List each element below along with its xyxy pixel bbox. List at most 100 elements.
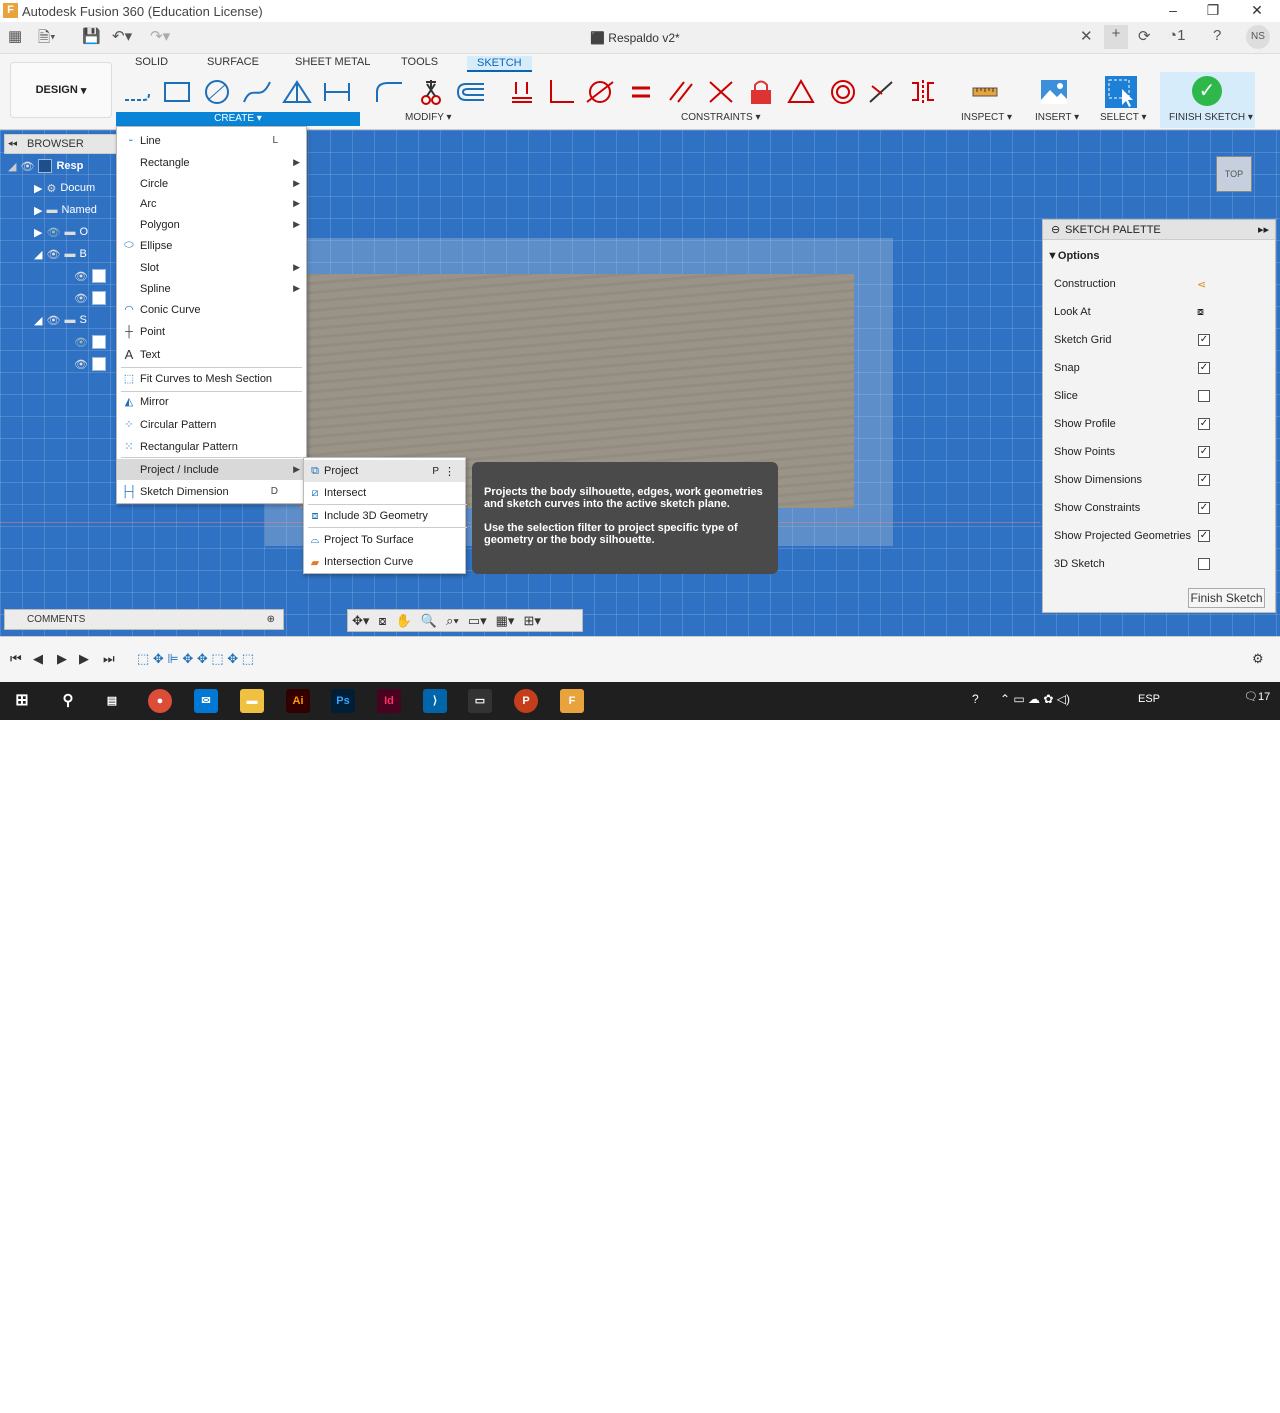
show-dimensions-checkbox[interactable]: ✓ <box>1198 474 1210 486</box>
viewports-icon[interactable]: ⊞▾ <box>523 613 540 629</box>
perpendicular2-constraint-icon[interactable] <box>704 76 738 108</box>
timeline-settings-gear-icon[interactable]: ⚙ <box>1252 651 1264 667</box>
tab-sheet-metal[interactable]: SHEET METAL <box>295 56 370 68</box>
menu-item-circular-pattern[interactable]: ⁘ Circular Pattern <box>117 414 306 435</box>
redo-icon[interactable]: ↷▾ <box>150 27 170 45</box>
tree-row-body-1[interactable]: 👁 <box>4 265 118 287</box>
palette-row-snap[interactable]: Snap ✓ <box>1043 354 1275 382</box>
show-points-checkbox[interactable]: ✓ <box>1198 446 1210 458</box>
menu-item-slot[interactable]: Slot ▶ <box>117 257 306 278</box>
collapse-browser-icon[interactable]: ◂◂ <box>8 138 17 149</box>
photoshop-icon[interactable]: Ps <box>331 689 355 713</box>
menu-item-circle[interactable]: Circle ▶ <box>117 173 306 194</box>
circle-tool-icon[interactable] <box>200 76 234 108</box>
expand-panel-icon[interactable]: ▸▸ <box>1258 220 1269 240</box>
vscode-icon[interactable]: ⟩ <box>423 689 447 713</box>
palette-collapse-icon[interactable]: ⊖ <box>1051 220 1060 240</box>
undo-icon[interactable]: ↶▾ <box>112 27 132 45</box>
submenu-item-project[interactable]: ⧉ Project P ⋮ <box>304 460 465 482</box>
select-tool-icon[interactable] <box>1104 76 1138 108</box>
orbit-icon[interactable]: ✥▾ <box>352 613 369 629</box>
menu-item-rectangle[interactable]: Rectangle ▶ <box>117 152 306 173</box>
tree-row-sketch-1[interactable]: 👁 <box>4 331 118 353</box>
step-back-icon[interactable]: ◀ <box>33 651 43 667</box>
expand-icon[interactable]: ◢ <box>34 248 42 261</box>
snap-checkbox[interactable]: ✓ <box>1198 362 1210 374</box>
help-tray-icon[interactable]: ? <box>972 692 979 706</box>
collinear-constraint-icon[interactable] <box>864 76 898 108</box>
extensions-icon[interactable]: ⟳ <box>1138 27 1151 45</box>
fix-constraint-icon[interactable] <box>744 76 778 108</box>
language-indicator[interactable]: ESP <box>1138 693 1160 705</box>
expand-icon[interactable]: ◢ <box>8 160 16 173</box>
tab-solid[interactable]: SOLID <box>135 56 168 68</box>
play-icon[interactable]: ▶ <box>57 651 67 667</box>
menu-item-rectangular-pattern[interactable]: ⁙ Rectangular Pattern <box>117 436 306 457</box>
menu-item-point[interactable]: ┼ Point <box>117 321 306 342</box>
construction-icon[interactable]: ⋖ <box>1197 278 1206 291</box>
spline-tool-icon[interactable] <box>240 76 274 108</box>
close-window-button[interactable]: ✕ <box>1242 2 1272 19</box>
save-icon[interactable]: 💾 <box>82 27 101 45</box>
fusion-taskbar-icon[interactable]: F <box>560 689 584 713</box>
viewcube[interactable]: TOP <box>1216 156 1252 192</box>
tab-tools[interactable]: TOOLS <box>401 56 438 68</box>
workspace-switcher[interactable]: DESIGN ▾ <box>10 62 112 118</box>
submenu-item-intersect[interactable]: ⧄ Intersect <box>304 482 465 504</box>
clock[interactable]: 12:48 04-08-2020 <box>1172 1368 1224 1413</box>
menu-item-line[interactable]: ╶ Line L <box>117 130 306 151</box>
menu-item-sketch-dimension[interactable]: ├┤ Sketch Dimension D <box>117 481 306 502</box>
perpendicular-constraint-icon[interactable] <box>544 76 578 108</box>
select-group-label[interactable]: SELECT ▾ <box>1100 112 1147 123</box>
menu-item-spline[interactable]: Spline ▶ <box>117 278 306 299</box>
notification-center-icon[interactable]: 🗨17 <box>1244 690 1270 703</box>
menu-item-arc[interactable]: Arc ▶ <box>117 193 306 214</box>
close-tab-icon[interactable]: ✕ <box>1080 27 1093 45</box>
expand-icon[interactable]: ▶ <box>34 204 42 217</box>
tab-sketch[interactable]: SKETCH <box>467 56 532 72</box>
eye-icon[interactable]: 👁 <box>46 248 60 261</box>
go-to-start-icon[interactable]: ⏮ <box>10 651 22 667</box>
show-projected-checkbox[interactable]: ✓ <box>1198 530 1210 542</box>
palette-row-show-points[interactable]: Show Points ✓ <box>1043 438 1275 466</box>
browser-panel-header[interactable]: BROWSER <box>4 134 118 154</box>
triangle-tool-icon[interactable] <box>280 76 314 108</box>
file-menu-icon[interactable]: 🗎▾ <box>38 27 56 52</box>
tangent-constraint-icon[interactable] <box>583 76 617 108</box>
timeline-feature-icon[interactable]: ⬚ ✥ ⊫ ✥ ✥ ⬚ ✥ ⬚ <box>137 651 254 667</box>
eye-icon[interactable]: 👁 <box>74 336 88 349</box>
coincident-constraint-icon[interactable] <box>505 76 539 108</box>
windows-start-icon[interactable]: ⊞ <box>10 689 34 713</box>
zoom-icon[interactable]: 🔍 <box>421 613 437 629</box>
pan-icon[interactable]: ✋ <box>396 613 412 629</box>
look-at-icon[interactable]: ⧇ <box>378 613 386 629</box>
menu-item-project-include[interactable]: Project / Include ▶ <box>117 459 306 480</box>
symmetry-constraint-icon[interactable] <box>906 76 940 108</box>
palette-row-sketch-grid[interactable]: Sketch Grid ✓ <box>1043 326 1275 354</box>
maximize-button[interactable]: ❐ <box>1198 2 1228 19</box>
tree-row-body-2[interactable]: 👁 <box>4 287 118 309</box>
tree-row-bodies[interactable]: ◢ 👁 ▬ B <box>4 243 118 265</box>
fit-icon[interactable]: ⌕▾ <box>446 613 459 629</box>
palette-row-show-projected[interactable]: Show Projected Geometries ✓ <box>1043 522 1275 550</box>
grid-menu-icon[interactable]: ▦ <box>8 27 22 45</box>
create-group-label[interactable]: CREATE ▾ <box>116 112 360 126</box>
finish-sketch-group-label[interactable]: FINISH SKETCH ▾ <box>1169 112 1253 123</box>
equal-constraint-icon[interactable] <box>624 76 658 108</box>
terminal-icon[interactable]: ▭ <box>468 689 492 713</box>
menu-item-text[interactable]: A Text <box>117 344 306 365</box>
look-at-icon[interactable]: ⧇ <box>1197 306 1204 319</box>
expand-icon[interactable]: ▶ <box>34 226 42 239</box>
indesign-icon[interactable]: Id <box>377 689 401 713</box>
sketch-grid-checkbox[interactable]: ✓ <box>1198 334 1210 346</box>
sketch-dimension-tool-icon[interactable] <box>320 76 354 108</box>
rectangle-tool-icon[interactable] <box>160 76 194 108</box>
search-icon[interactable]: ⚲ <box>56 689 80 713</box>
palette-row-construction[interactable]: Construction ⋖ <box>1043 270 1275 298</box>
offset-tool-icon[interactable] <box>454 76 488 108</box>
submenu-item-project-to-surface[interactable]: ⌓ Project To Surface <box>304 529 465 551</box>
illustrator-icon[interactable]: Ai <box>286 689 310 713</box>
submenu-item-include-3d-geometry[interactable]: ⧈ Include 3D Geometry <box>304 505 465 527</box>
mail-icon[interactable]: ✉ <box>194 689 218 713</box>
modify-group-label[interactable]: MODIFY ▾ <box>405 112 452 123</box>
